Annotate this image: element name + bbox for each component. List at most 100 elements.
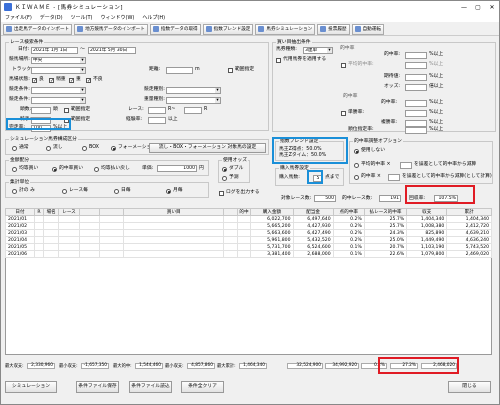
odds-double-radio[interactable] — [222, 167, 227, 172]
col-blank-2[interactable] — [98, 208, 125, 216]
alloc-equal-radio[interactable] — [12, 167, 17, 172]
toolbar-import-button[interactable]: 出走馬データのインポート — [3, 23, 73, 35]
minimize-button[interactable]: — — [457, 4, 471, 11]
tally-total-radio[interactable] — [12, 189, 17, 194]
menu-window[interactable]: ウィンドウ(W) — [101, 14, 135, 21]
col-date[interactable]: 日付 — [5, 208, 35, 216]
adjust-hit-label: 的中率 × — [361, 174, 381, 179]
toolbar-blend-button[interactable]: 指数ブレンド設定 — [202, 23, 254, 35]
p3-field[interactable] — [405, 120, 427, 127]
tally-race-radio[interactable] — [62, 189, 67, 194]
col-payout[interactable]: 配当金 — [292, 208, 334, 216]
col-blank-1[interactable] — [78, 208, 100, 216]
sim-formation-radio[interactable] — [111, 146, 116, 151]
rest-field[interactable] — [148, 117, 166, 124]
alloc-payout-radio[interactable] — [94, 167, 99, 172]
adjust-avg-field[interactable] — [400, 162, 412, 169]
cond-heavy-checkbox[interactable]: ✓ — [69, 78, 74, 84]
toolbar-auto-button[interactable]: 自動運転 — [351, 23, 384, 35]
close-window-button[interactable]: ✕ — [485, 4, 499, 11]
track-select[interactable] — [31, 67, 86, 74]
age-select[interactable] — [31, 97, 86, 104]
tally-day-radio[interactable] — [114, 189, 119, 194]
hit-rate-field[interactable] — [405, 52, 427, 59]
count-field[interactable] — [31, 107, 51, 114]
alloc-hitrate-radio[interactable] — [52, 167, 57, 172]
col-bet[interactable]: 買い目 — [123, 208, 225, 216]
race-from-field[interactable] — [148, 107, 166, 114]
sim-nagashi-radio[interactable] — [46, 146, 51, 151]
col-venue[interactable]: 場名 — [42, 208, 60, 216]
load-conditions-button[interactable]: 条件ファイル読込 — [129, 381, 172, 393]
venue-select[interactable]: 中央 — [31, 57, 86, 64]
alloc-hitrate-label: 的中率買い — [59, 166, 83, 171]
menu-tools[interactable]: ツール(T) — [71, 14, 93, 21]
col-balance[interactable]: 収支 — [406, 208, 448, 216]
bet-type-select[interactable]: 3連単 — [303, 47, 333, 54]
menu-help[interactable]: ヘルプ(H) — [142, 14, 165, 21]
adjust-hit-field[interactable] — [388, 174, 400, 181]
p4-field[interactable] — [405, 127, 427, 134]
col-blank-3[interactable] — [223, 208, 238, 216]
toolbar-fetch-button[interactable]: 指数データの取得 — [149, 23, 201, 35]
maximize-button[interactable]: ▢ — [471, 4, 485, 11]
table-row[interactable]: 2021/05 5,731,700 6,524,600 0.1% 20.7% 1,103,… — [5, 243, 492, 251]
substitute-checkbox[interactable] — [276, 58, 281, 63]
avg-hit-field[interactable] — [405, 62, 427, 69]
table-row[interactable]: 2021/04 5,961,800 5,432,520 0.2% 25.0% 1,449,… — [5, 236, 492, 244]
toolbar-history-button[interactable]: 投票履歴 — [317, 23, 350, 35]
distance-field[interactable] — [166, 67, 193, 74]
hit-rate-label: 的中率: — [384, 52, 401, 57]
target-horse-settings-button[interactable]: 流し・BOX・フォーメーション 対象馬の設定 — [149, 143, 266, 153]
odds-field[interactable] — [405, 84, 427, 91]
cond-slight-checkbox[interactable]: ✓ — [49, 78, 54, 84]
blend-icon — [205, 26, 212, 32]
p2-checkbox[interactable] — [341, 111, 346, 116]
race-to-field[interactable] — [184, 107, 202, 114]
col-hit[interactable]: 的中 — [236, 208, 252, 216]
col-cumulative[interactable]: 累計 — [446, 208, 492, 216]
p1-field[interactable] — [405, 100, 427, 107]
venue-label: 競馬場所: — [9, 57, 30, 62]
grade-select[interactable] — [166, 87, 221, 94]
log-output-checkbox[interactable] — [219, 191, 224, 196]
col-point-hit[interactable]: 点的中率 — [332, 208, 365, 216]
expected-field[interactable] — [405, 74, 427, 81]
col-race[interactable]: レース — [58, 208, 80, 216]
toolbar-local-import-button[interactable]: 地方競馬データのインポート — [74, 23, 148, 35]
p2-field[interactable] — [405, 110, 427, 117]
table-row[interactable]: 2021/03 5,663,600 6,427,490 0.2% 24.3% 825,89… — [5, 229, 492, 237]
run-simulation-button[interactable]: シミュレーション — [5, 381, 57, 393]
col-r[interactable]: R — [33, 208, 44, 216]
cond-bad-checkbox[interactable]: ✓ — [86, 78, 91, 84]
save-conditions-button[interactable]: 条件ファイル保存 — [76, 381, 119, 393]
distance-range-checkbox[interactable] — [228, 68, 233, 73]
close-button[interactable]: 閉じる — [448, 381, 491, 393]
tally-month-radio[interactable] — [166, 189, 171, 194]
sim-box-radio[interactable] — [82, 146, 87, 151]
clear-conditions-button[interactable]: 条件全クリア — [181, 381, 224, 393]
adjust-hit-radio[interactable] — [354, 175, 359, 180]
avg-hit-checkbox[interactable] — [341, 63, 346, 68]
count-range-checkbox[interactable] — [64, 108, 69, 113]
adjust-none-radio[interactable] — [354, 149, 359, 154]
col-race-hit[interactable]: 払レース的中率 — [363, 208, 408, 216]
date-to-field[interactable]: 2021年 5月 30日 — [88, 47, 136, 54]
class-select[interactable] — [31, 87, 86, 94]
table-row[interactable]: 2021/01 6,022,700 6,497,640 0.2% 25.7% 1,404,… — [5, 215, 492, 223]
date-from-field[interactable]: 2021年 1月 1日 — [31, 47, 78, 54]
adjust-avg-radio[interactable] — [354, 163, 359, 168]
table-row[interactable]: 2021/02 5,665,200 4,427,930 0.2% 25.7% 1,008,… — [5, 222, 492, 230]
weight-select[interactable] — [166, 97, 221, 104]
col-purchase[interactable]: 購入金額 — [250, 208, 294, 216]
toolbar-sim-button[interactable]: 馬券シミュレーション — [255, 23, 316, 35]
menu-data[interactable]: データ(D) — [40, 14, 63, 21]
unit-price-field[interactable]: 1000 — [157, 165, 197, 172]
table-header-row: 日付 R 場名 レース 買い目 的中 購入金額 配当金 点的中率 払レース的中率… — [5, 208, 492, 216]
sim-normal-radio[interactable] — [12, 146, 17, 151]
menu-file[interactable]: ファイル(F) — [5, 14, 32, 21]
odds-forecast-radio[interactable] — [222, 176, 227, 181]
table-row[interactable]: 2021/06 3,381,400 2,688,000 0.1% 22.6% 1,079,… — [5, 250, 492, 258]
summary-value-1: 2,330,960 — [27, 363, 55, 369]
cond-good-checkbox[interactable]: ✓ — [32, 78, 37, 84]
